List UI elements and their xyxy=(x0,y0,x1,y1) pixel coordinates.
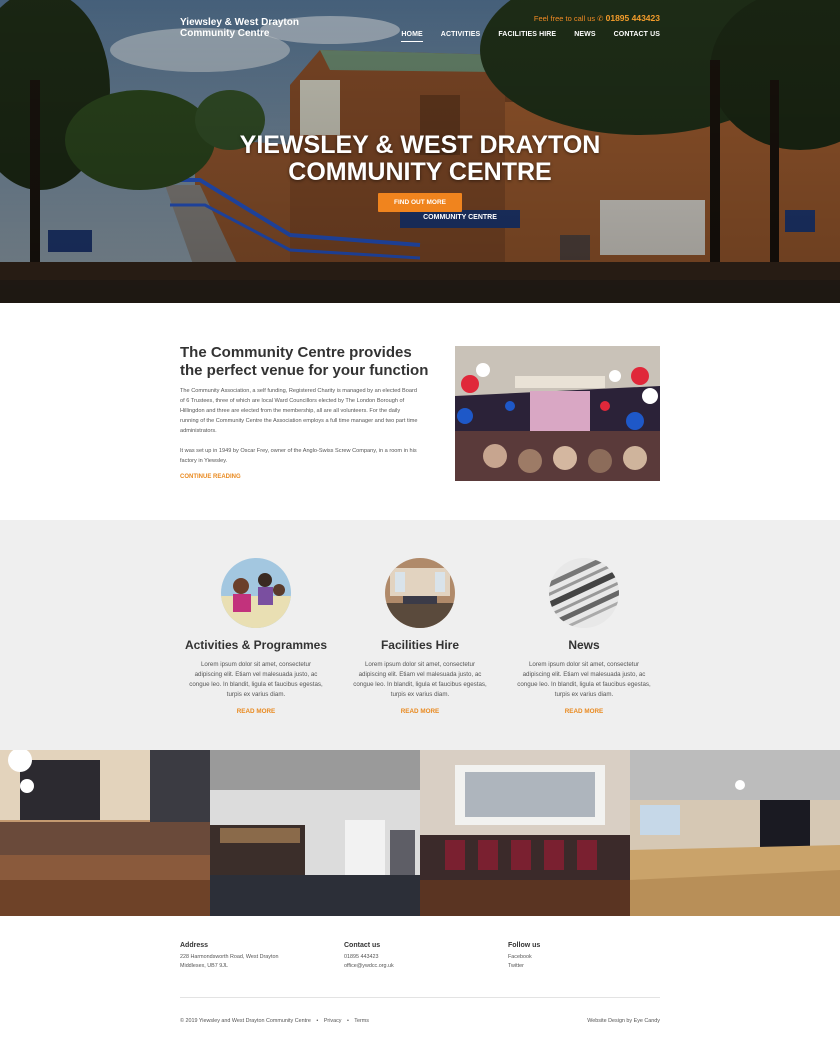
service-description: Lorem ipsum dolor sit amet, consectetur … xyxy=(353,661,487,698)
phone-contact: Feel free to call us ✆ 01895 443423 xyxy=(534,13,660,23)
read-more-link[interactable]: READ MORE xyxy=(509,708,659,715)
service-news: News Lorem ipsum dolor sit amet, consect… xyxy=(509,520,659,715)
find-out-more-button[interactable]: FIND OUT MORE xyxy=(378,193,462,212)
footer-social-links: Facebook Twitter xyxy=(508,953,540,971)
activities-image xyxy=(221,558,291,628)
nav-news[interactable]: NEWS xyxy=(574,31,595,42)
hero-title-line-2: COMMUNITY CENTRE xyxy=(288,158,552,186)
services-section: Activities & Programmes Lorem ipsum dolo… xyxy=(0,520,840,750)
gallery-photo-kitchen-hatch[interactable] xyxy=(420,750,630,916)
privacy-link[interactable]: Privacy xyxy=(324,1018,342,1024)
service-facilities-hire: Facilities Hire Lorem ipsum dolor sit am… xyxy=(345,520,495,715)
terms-link[interactable]: Terms xyxy=(354,1018,369,1024)
address-line-2: Middlesex, UB7 9JL xyxy=(180,963,228,969)
nav-home[interactable]: HOME xyxy=(401,31,423,42)
separator: • xyxy=(316,1018,319,1024)
footer-contact: Contact us 01895 443423 office@ywdcc.org… xyxy=(344,942,394,971)
service-title: Activities & Programmes xyxy=(184,638,328,652)
read-more-link[interactable]: READ MORE xyxy=(345,708,495,715)
photo-gallery xyxy=(0,750,840,916)
site-logo[interactable]: Yiewsley & West Drayton Community Centre xyxy=(180,17,310,39)
nav-contact-us[interactable]: CONTACT US xyxy=(614,31,660,42)
service-title: Facilities Hire xyxy=(380,638,460,652)
footer-address-heading: Address xyxy=(180,942,209,949)
phone-prefix: Feel free to call us xyxy=(533,14,596,23)
nav-activities[interactable]: ACTIVITIES xyxy=(441,31,481,42)
phone-number[interactable]: 01895 443423 xyxy=(606,13,660,23)
intro-paragraph-1: The Community Association, a self fundin… xyxy=(180,388,418,434)
facilities-image xyxy=(385,558,455,628)
continue-reading-link[interactable]: CONTINUE READING xyxy=(180,474,241,480)
gallery-photo-bar[interactable] xyxy=(210,750,420,916)
intro-heading: The Community Centre provides the perfec… xyxy=(180,344,429,379)
gallery-photo-stage[interactable] xyxy=(630,750,840,916)
service-description: Lorem ipsum dolor sit amet, consectetur … xyxy=(517,661,651,698)
facebook-link[interactable]: Facebook xyxy=(508,953,540,962)
intro-paragraph-2: It was set up in 1949 by Oscar Frey, own… xyxy=(180,448,417,464)
address-line-1: 228 Harmondsworth Road, West Drayton xyxy=(180,954,279,960)
hero-banner: Yiewsley & West Drayton Community Centre… xyxy=(0,0,840,303)
building-sign: COMMUNITY CENTRE xyxy=(423,214,497,221)
footer-contact-lines: 01895 443423 office@ywdcc.org.uk xyxy=(344,953,394,971)
service-description: Lorem ipsum dolor sit amet, consectetur … xyxy=(189,661,323,698)
nav-facilities-hire[interactable]: FACILITIES HIRE xyxy=(498,31,556,42)
news-image xyxy=(549,558,619,628)
twitter-link[interactable]: Twitter xyxy=(508,962,540,971)
footer-divider xyxy=(180,997,660,998)
main-nav: HOME ACTIVITIES FACILITIES HIRE NEWS CON… xyxy=(401,31,660,42)
copyright-text: © 2019 Yiewsley and West Drayton Communi… xyxy=(180,1018,311,1024)
hero-title: YIEWSLEY & WEST DRAYTON COMMUNITY CENTRE xyxy=(0,132,840,186)
footer-contact-heading: Contact us xyxy=(344,942,381,949)
service-title: News xyxy=(568,638,600,652)
read-more-link[interactable]: READ MORE xyxy=(181,708,331,715)
footer-bottom-bar: © 2019 Yiewsley and West Drayton Communi… xyxy=(180,1018,373,1024)
phone-icon: ✆ xyxy=(597,14,604,23)
footer-address-lines: 228 Harmondsworth Road, West Drayton Mid… xyxy=(180,953,278,971)
footer-email[interactable]: office@ywdcc.org.uk xyxy=(344,962,394,971)
hero-title-line-1: YIEWSLEY & WEST DRAYTON xyxy=(239,131,601,159)
footer-phone[interactable]: 01895 443423 xyxy=(344,953,394,962)
event-hall-photo xyxy=(455,346,660,481)
footer-follow: Follow us Facebook Twitter xyxy=(508,942,540,971)
separator: • xyxy=(347,1018,349,1024)
footer-address: Address 228 Harmondsworth Road, West Dra… xyxy=(180,942,278,971)
footer-follow-heading: Follow us xyxy=(508,942,541,949)
gallery-photo-hall[interactable] xyxy=(0,750,210,916)
service-activities: Activities & Programmes Lorem ipsum dolo… xyxy=(181,520,331,715)
design-credit[interactable]: Website Design by Eye Candy xyxy=(587,1018,660,1024)
